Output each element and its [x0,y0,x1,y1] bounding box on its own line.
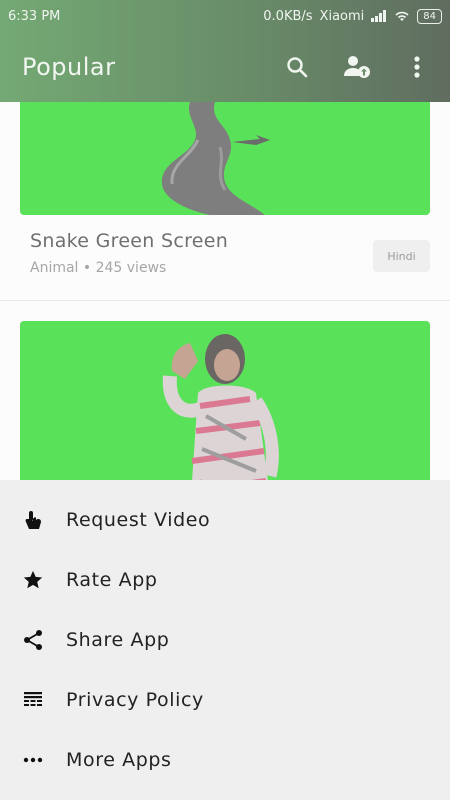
network-speed: 0.0KB/s [263,8,313,24]
menu-item-share-app[interactable]: Share App [0,610,450,670]
menu-label: More Apps [66,749,172,771]
carrier-name: Xiaomi [319,8,365,24]
bottom-sheet-menu: Request Video Rate App Share App Privacy… [0,480,450,800]
search-button[interactable] [282,52,312,82]
search-icon [287,57,308,78]
menu-label: Privacy Policy [66,689,204,711]
account-upload-button[interactable] [342,52,372,82]
snake-image [161,102,270,215]
video-title[interactable]: Snake Green Screen [30,230,228,252]
more-options-button[interactable] [402,52,432,82]
toolbar-actions [282,52,432,82]
share-icon [24,630,42,650]
divider [0,300,450,301]
toolbar: Popular [0,32,450,102]
status-bar: 6:33 PM 0.0KB/s Xiaomi 84 [0,0,450,32]
menu-label: Request Video [66,509,211,531]
more-vert-icon [414,56,420,78]
menu-item-request-video[interactable]: Request Video [0,490,450,550]
app-bar: 6:33 PM 0.0KB/s Xiaomi 84 Popular [0,0,450,102]
policy-icon [24,692,42,706]
menu-label: Rate App [66,569,158,591]
signal-icon [371,10,387,22]
status-time: 6:33 PM [8,8,61,24]
account-upload-icon [344,56,370,78]
more-horiz-icon [23,757,43,763]
menu-label: Share App [66,629,170,651]
status-indicators: 0.0KB/s Xiaomi 84 [263,8,442,24]
page-title: Popular [22,53,116,81]
menu-item-privacy-policy[interactable]: Privacy Policy [0,670,450,730]
star-icon [23,570,43,589]
menu-item-rate-app[interactable]: Rate App [0,550,450,610]
video-thumbnail[interactable] [20,102,430,215]
battery-icon: 84 [417,8,442,24]
wifi-icon [395,11,409,21]
menu-item-more-apps[interactable]: More Apps [0,730,450,790]
language-chip[interactable]: Hindi [373,240,430,272]
screen: 6:33 PM 0.0KB/s Xiaomi 84 Popular Snake … [0,0,450,800]
touch-icon [25,511,41,529]
video-meta: Animal • 245 views [30,260,167,276]
